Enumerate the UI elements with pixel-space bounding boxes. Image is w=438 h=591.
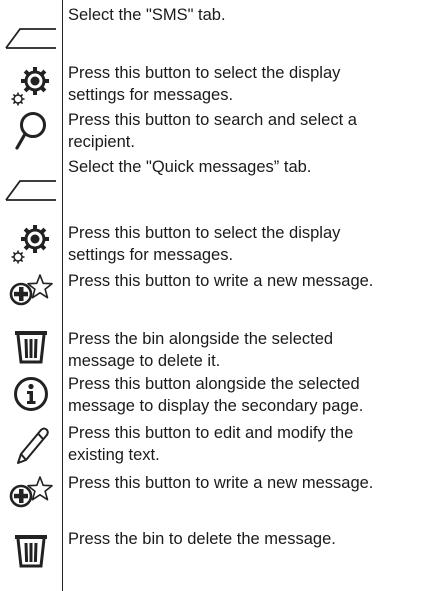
instruction-text: Press this button alongside the selected… <box>68 373 438 417</box>
text-line: settings for messages. <box>68 246 234 264</box>
tab-icon <box>2 178 60 202</box>
instruction-text: Press the bin alongside the selected mes… <box>68 328 438 372</box>
search-magnifier-icon <box>2 110 60 154</box>
text-line: existing text. <box>68 446 160 464</box>
text-line: Press this button alongside the selected <box>68 375 360 393</box>
settings-gears-icon <box>2 64 60 108</box>
info-icon <box>2 376 60 412</box>
instruction-text: Press this button to write a new message… <box>68 472 438 494</box>
text-line: message to delete it. <box>68 352 221 370</box>
new-message-icon <box>2 272 60 308</box>
settings-gears-icon <box>2 222 60 266</box>
bin-icon <box>2 330 60 364</box>
pencil-icon <box>2 424 60 468</box>
text-line: Select the "Quick messages” tab. <box>68 158 312 176</box>
tab-icon <box>2 26 60 50</box>
text-line: Press this button to write a new message… <box>68 474 374 492</box>
text-line: message to display the secondary page. <box>68 397 364 415</box>
instruction-text: Press this button to write a new message… <box>68 270 438 292</box>
text-line: recipient. <box>68 133 135 151</box>
text-line: Press the bin alongside the selected <box>68 330 334 348</box>
new-message-icon <box>2 474 60 510</box>
instruction-text: Press this button to search and select a… <box>68 109 438 153</box>
text-line: Press this button to select the display <box>68 64 341 82</box>
column-divider <box>62 0 63 591</box>
bin-icon <box>2 534 60 568</box>
instruction-text: Press this button to edit and modify the… <box>68 422 438 466</box>
text-line: Select the "SMS" tab. <box>68 6 226 24</box>
text-line: Press this button to write a new message… <box>68 272 374 290</box>
instruction-text: Press the bin to delete the message. <box>68 528 438 550</box>
text-line: Press this button to edit and modify the <box>68 424 354 442</box>
text-line: Press this button to search and select a <box>68 111 357 129</box>
instruction-text: Select the "SMS" tab. <box>68 4 438 26</box>
text-line: settings for messages. <box>68 86 234 104</box>
instruction-text: Select the "Quick messages” tab. <box>68 156 438 178</box>
text-line: Press the bin to delete the message. <box>68 530 336 548</box>
instruction-text: Press this button to select the display … <box>68 62 438 106</box>
text-line: Press this button to select the display <box>68 224 341 242</box>
instruction-text: Press this button to select the display … <box>68 222 438 266</box>
